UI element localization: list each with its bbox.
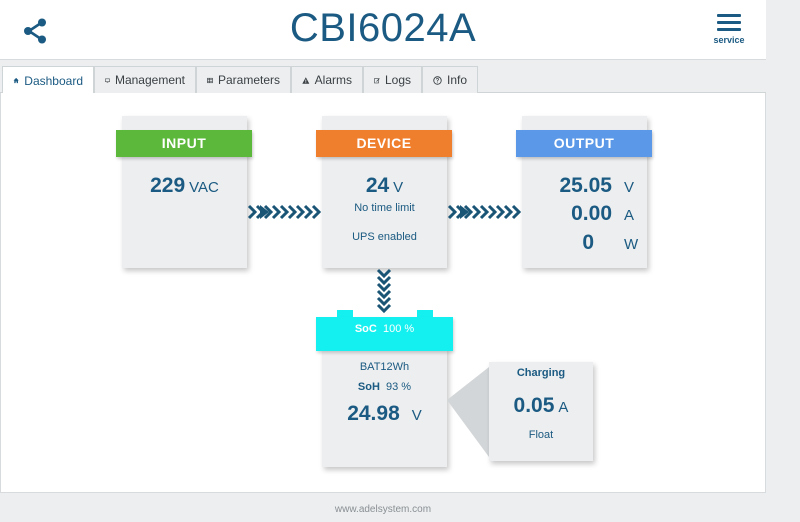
device-to-battery-arrow [376, 268, 392, 314]
service-menu-label: service [713, 35, 745, 45]
device-card: DEVICE 24 V No time limit UPS enabled [316, 116, 452, 268]
page-title: CBI6024A [289, 6, 477, 50]
output-voltage: 25.05 V [559, 174, 635, 197]
warning-icon [302, 76, 310, 84]
output-current: 0.00 A [571, 202, 635, 225]
input-voltage: 229 VAC [150, 174, 219, 197]
battery-card: BAT12Wh SoH 93 % 24.98 V [322, 346, 447, 467]
tab-label: Dashboard [24, 73, 83, 88]
home-icon [13, 77, 19, 84]
monitor-icon [105, 78, 110, 83]
tab-label: Info [446, 73, 467, 87]
tab-alarms[interactable]: Alarms [291, 66, 363, 93]
output-card: OUTPUT 25.05 V 0.00 A 0W [516, 116, 652, 268]
service-menu-button[interactable]: service [707, 14, 751, 54]
input-to-device-arrow [247, 204, 322, 220]
table-icon [207, 77, 213, 83]
charging-connector [447, 367, 489, 457]
device-ups-status: UPS enabled [352, 231, 417, 243]
device-time-limit: No time limit [354, 202, 415, 214]
device-voltage: 24 V [365, 174, 404, 197]
battery-soh: SoH 93 % [357, 381, 412, 393]
tab-management[interactable]: Management [94, 66, 196, 93]
tab-parameters[interactable]: Parameters [196, 66, 291, 93]
charging-title: Charging [516, 367, 566, 379]
tab-info[interactable]: ? Info [422, 66, 478, 93]
tab-label: Parameters [217, 73, 280, 87]
charging-current: 0.05 A [513, 394, 569, 417]
charging-card: Charging 0.05 A Float [489, 362, 593, 461]
tab-label: Logs [384, 73, 411, 87]
hamburger-icon [717, 14, 741, 31]
tab-dashboard[interactable]: Dashboard [2, 66, 94, 94]
tab-logs[interactable]: Logs [363, 66, 422, 93]
battery-name: BAT12Wh [359, 361, 410, 373]
tab-bar: Dashboard Management Parameters Alarms L… [0, 66, 766, 94]
tab-label: Management [114, 73, 185, 87]
device-card-header: DEVICE [316, 130, 452, 157]
input-card: INPUT 229 VAC [116, 116, 252, 268]
edit-icon [374, 77, 380, 83]
tab-label: Alarms [314, 73, 352, 87]
footer-link[interactable]: www.adelsystem.com [0, 504, 766, 515]
input-card-header: INPUT [116, 130, 252, 157]
battery-soc-bar: SoC 100 % [316, 317, 453, 351]
question-icon: ? [433, 75, 442, 84]
output-card-header: OUTPUT [516, 130, 652, 157]
device-to-output-arrow [447, 204, 522, 220]
charging-mode: Float [528, 429, 554, 441]
header: CBI6024A service [0, 0, 766, 60]
svg-text:?: ? [436, 78, 440, 84]
output-power: 0W [582, 231, 639, 254]
battery-voltage: 24.98 V [347, 402, 422, 425]
